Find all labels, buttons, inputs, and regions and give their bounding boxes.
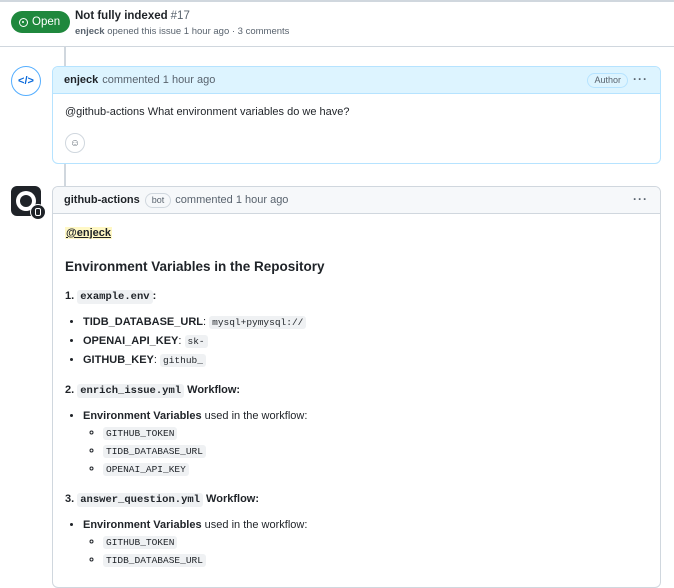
section-suffix: Workflow: bbox=[187, 384, 241, 396]
list-item: GITHUB_TOKEN bbox=[103, 426, 645, 441]
add-reaction-button[interactable]: ☺ bbox=[65, 133, 85, 153]
separator: : bbox=[203, 316, 207, 328]
env-var: TIDB_DATABASE_URL bbox=[103, 554, 206, 567]
list-item: GITHUB_TOKEN bbox=[103, 535, 645, 550]
avatar-github-actions[interactable] bbox=[11, 186, 46, 220]
env-value: mysql+pymysql:// bbox=[209, 316, 307, 329]
env-var-sublist: GITHUB_TOKEN TIDB_DATABASE_URL OPENAI_AP… bbox=[83, 426, 645, 477]
issue-header: Open Not fully indexed #17 enjeck opened … bbox=[0, 2, 674, 47]
more-options-icon[interactable]: ··· bbox=[633, 72, 648, 86]
comment-timestamp[interactable]: commented 1 hour ago bbox=[102, 74, 215, 86]
file-name: enrich_issue.yml bbox=[77, 384, 185, 398]
workflow-env-list: Environment Variables used in the workfl… bbox=[65, 409, 645, 477]
status-badge: Open bbox=[11, 11, 71, 33]
list-item: TIDB_DATABASE_URL bbox=[103, 553, 645, 568]
section-3-title: 3. answer_question.yml Workflow: bbox=[65, 493, 645, 507]
list-item: OPENAI_API_KEY bbox=[103, 462, 645, 477]
comment-timestamp[interactable]: commented 1 hour ago bbox=[175, 194, 288, 206]
issue-title-text[interactable]: Not fully indexed bbox=[75, 10, 168, 22]
code-icon: </> bbox=[18, 75, 34, 87]
env-var: GITHUB_TOKEN bbox=[103, 536, 178, 549]
section-number: 2. bbox=[65, 384, 75, 396]
section-2-title: 2. enrich_issue.yml Workflow: bbox=[65, 384, 645, 398]
issue-number: #17 bbox=[170, 10, 190, 22]
env-var: GITHUB_TOKEN bbox=[103, 427, 178, 440]
status-label: Open bbox=[32, 16, 61, 28]
env-file-list: TIDB_DATABASE_URL: mysql+pymysql:// OPEN… bbox=[65, 315, 645, 368]
issue-meta: enjeck opened this issue 1 hour ago · 3 … bbox=[75, 26, 289, 37]
bot-badge: bot bbox=[144, 192, 172, 208]
list-item: Environment Variables used in the workfl… bbox=[83, 518, 645, 568]
bot-badge-icon bbox=[30, 204, 46, 220]
avatar-enjeck[interactable]: </> bbox=[11, 66, 41, 96]
workflow-env-list: Environment Variables used in the workfl… bbox=[65, 518, 645, 568]
env-text: used in the workflow: bbox=[204, 519, 308, 531]
separator: : bbox=[153, 354, 157, 366]
list-item: OPENAI_API_KEY: sk- bbox=[83, 334, 645, 349]
env-label: Environment Variables bbox=[83, 519, 202, 531]
comment-enjeck: enjeck commented 1 hour ago Author ··· @… bbox=[52, 66, 661, 164]
comment-author-link[interactable]: github-actions bbox=[64, 194, 140, 206]
env-label: Environment Variables bbox=[83, 410, 202, 422]
file-name: answer_question.yml bbox=[77, 493, 203, 507]
env-text: used in the workflow: bbox=[204, 410, 308, 422]
issue-open-icon bbox=[19, 17, 28, 27]
comment-header: enjeck commented 1 hour ago Author ··· bbox=[53, 67, 660, 94]
issue-title: Not fully indexed #17 bbox=[75, 10, 190, 22]
env-key: OPENAI_API_KEY bbox=[83, 335, 179, 347]
env-var: OPENAI_API_KEY bbox=[103, 463, 189, 476]
comment-body: @enjeck Environment Variables in the Rep… bbox=[65, 227, 645, 572]
comment-header: github-actions bot commented 1 hour ago … bbox=[53, 187, 660, 214]
more-options-icon[interactable]: ··· bbox=[633, 192, 648, 206]
section-1-title: 1. example.env: bbox=[65, 290, 645, 304]
separator: : bbox=[178, 335, 182, 347]
smiley-icon: ☺ bbox=[69, 137, 81, 149]
github-logo-icon-inner bbox=[20, 195, 32, 207]
list-item: Environment Variables used in the workfl… bbox=[83, 409, 645, 477]
comment-author-link[interactable]: enjeck bbox=[64, 74, 98, 86]
section-heading: Environment Variables in the Repository bbox=[65, 259, 325, 274]
list-item: GITHUB_KEY: github_ bbox=[83, 353, 645, 368]
file-name: example.env bbox=[77, 290, 153, 304]
comment-github-actions: github-actions bot commented 1 hour ago … bbox=[52, 186, 661, 588]
env-var-sublist: GITHUB_TOKEN TIDB_DATABASE_URL bbox=[83, 535, 645, 568]
env-value: sk- bbox=[184, 335, 208, 348]
issue-meta-text: opened this issue 1 hour ago · 3 comment… bbox=[107, 26, 290, 37]
env-key: TIDB_DATABASE_URL bbox=[83, 316, 203, 328]
env-value: github_ bbox=[160, 354, 206, 367]
env-var: TIDB_DATABASE_URL bbox=[103, 445, 206, 458]
section-number: 3. bbox=[65, 493, 75, 505]
section-number: 1. bbox=[65, 290, 75, 302]
author-badge: Author bbox=[587, 73, 628, 88]
comment-body: @github-actions What environment variabl… bbox=[65, 106, 350, 118]
list-item: TIDB_DATABASE_URL bbox=[103, 444, 645, 459]
user-mention-link[interactable]: @enjeck bbox=[65, 227, 112, 239]
section-suffix: Workflow: bbox=[206, 493, 260, 505]
section-suffix: : bbox=[152, 290, 157, 302]
issue-opener-link[interactable]: enjeck bbox=[75, 26, 105, 37]
list-item: TIDB_DATABASE_URL: mysql+pymysql:// bbox=[83, 315, 645, 330]
env-key: GITHUB_KEY bbox=[83, 354, 154, 366]
